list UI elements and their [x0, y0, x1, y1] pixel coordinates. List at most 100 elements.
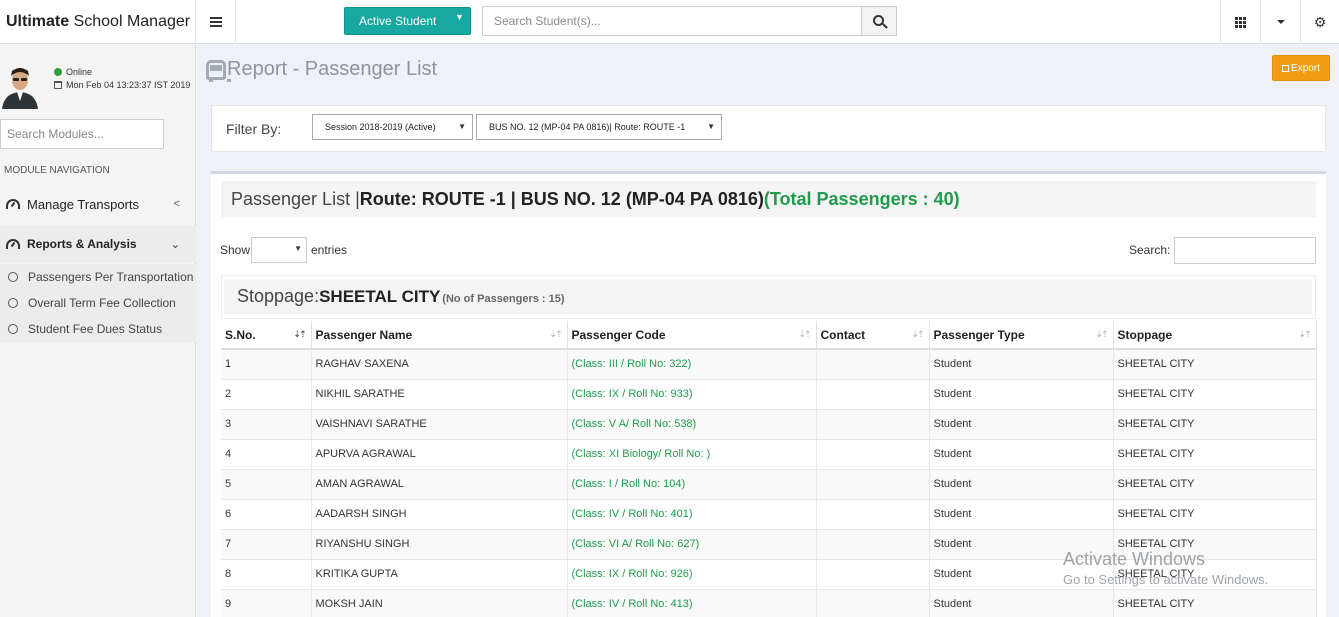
search-icon: [872, 14, 884, 26]
sidebar-item-manage-transports[interactable]: Manage Transports <: [0, 186, 196, 222]
show-label: Show: [220, 243, 251, 257]
hamburger-icon: [209, 17, 222, 27]
cell-contact: [816, 558, 930, 589]
dashboard-icon: [6, 239, 20, 249]
cell-sno: 3: [221, 408, 312, 439]
caret-down-icon: [1276, 20, 1285, 24]
cell-contact: [816, 408, 930, 439]
apps-button[interactable]: [1220, 0, 1260, 44]
circle-icon: [8, 324, 18, 334]
cell-sno: 6: [221, 498, 312, 529]
session-select[interactable]: Session 2018-2019 (Active) ▼: [312, 114, 473, 140]
sort-icon: ⇣⇡: [798, 329, 811, 339]
page-title: Report - Passenger List: [206, 58, 437, 82]
grid-icon: [1235, 16, 1246, 28]
cell-passenger-type: Student: [929, 408, 1114, 439]
cell-stoppage: SHEETAL CITY: [1113, 438, 1317, 469]
column-passenger-name[interactable]: Passenger Name ⇣⇡: [311, 321, 568, 350]
cell-passenger-name: APURVA AGRAWAL: [311, 438, 568, 469]
cell-sno: 1: [221, 348, 312, 379]
cell-contact: [816, 378, 930, 409]
sort-icon: ⇣⇡: [911, 329, 924, 339]
cell-passenger-code: (Class: IV / Roll No: 401): [567, 498, 817, 529]
stoppage-count: (No of Passengers : 15): [442, 293, 565, 305]
submenu-student-fee-dues-status[interactable]: Student Fee Dues Status: [0, 316, 196, 342]
user-menu-dropdown[interactable]: [1260, 0, 1300, 44]
cell-passenger-type: Student: [929, 348, 1114, 379]
cell-passenger-name: RIYANSHU SINGH: [311, 528, 568, 559]
cell-stoppage: SHEETAL CITY: [1113, 348, 1317, 379]
table-row[interactable]: 9 MOKSH JAIN (Class: IV / Roll No: 413) Stu…: [221, 588, 1317, 617]
cell-passenger-code: (Class: I / Roll No: 104): [567, 468, 817, 499]
module-search-input[interactable]: [0, 119, 164, 149]
table-row[interactable]: 4 APURVA AGRAWAL (Class: XI Biology/ Roll …: [221, 438, 1317, 469]
caret-down-icon: ▼: [707, 122, 715, 131]
online-status: Online: [54, 67, 92, 77]
cell-sno: 8: [221, 558, 312, 589]
sort-icon: ⇣⇡: [1298, 329, 1311, 339]
chevron-left-icon: <: [173, 198, 180, 210]
cell-stoppage: SHEETAL CITY: [1113, 588, 1317, 617]
table-search-label: Search:: [1129, 243, 1171, 257]
student-search-input[interactable]: [482, 6, 862, 36]
sidebar-item-label: Manage Transports: [27, 196, 140, 212]
stoppage-name: SHEETAL CITY: [319, 286, 441, 306]
sidebar-toggle-button[interactable]: [196, 0, 236, 44]
gears-icon: ⚙: [1313, 13, 1327, 30]
cell-passenger-name: MOKSH JAIN: [311, 588, 568, 617]
cell-passenger-code: (Class: IX / Roll No: 933): [567, 378, 817, 409]
cell-stoppage: SHEETAL CITY: [1113, 558, 1317, 589]
sidebar-item-label: Reports & Analysis: [27, 237, 137, 251]
cell-passenger-type: Student: [929, 468, 1114, 499]
table-row[interactable]: 3 VAISHNAVI SARATHE (Class: V A/ Roll No: …: [221, 408, 1317, 439]
sidebar-item-reports-analysis[interactable]: Reports & Analysis ⌄: [0, 226, 196, 262]
cell-passenger-code: (Class: III / Roll No: 322): [567, 348, 817, 379]
stoppage-label: Stoppage:: [237, 286, 320, 306]
cell-sno: 5: [221, 468, 312, 499]
cell-passenger-code: (Class: IX / Roll No: 926): [567, 558, 817, 589]
entries-length-select[interactable]: ▼: [251, 237, 307, 263]
cell-passenger-name: AADARSH SINGH: [311, 498, 568, 529]
column-passenger-code[interactable]: Passenger Code ⇣⇡: [567, 321, 817, 350]
table-search-input[interactable]: [1174, 237, 1316, 264]
table-row[interactable]: 5 AMAN AGRAWAL (Class: I / Roll No: 104) St…: [221, 468, 1317, 499]
active-student-label: Active Student: [359, 14, 437, 28]
active-student-button[interactable]: Active Student ▼: [344, 7, 471, 35]
cell-stoppage: SHEETAL CITY: [1113, 498, 1317, 529]
app-brand[interactable]: Ultimate School Manager: [0, 0, 196, 44]
export-button[interactable]: Export: [1272, 55, 1330, 81]
bus-icon: [206, 59, 231, 82]
table-row[interactable]: 7 RIYANSHU SINGH (Class: VI A/ Roll No: 62…: [221, 528, 1317, 559]
cell-passenger-type: Student: [929, 438, 1114, 469]
cell-sno: 4: [221, 438, 312, 469]
table-row[interactable]: 2 NIKHIL SARATHE (Class: IX / Roll No: 933…: [221, 378, 1317, 409]
table-row[interactable]: 6 AADARSH SINGH (Class: IV / Roll No: 401)…: [221, 498, 1317, 529]
submenu-overall-term-fee-collection[interactable]: Overall Term Fee Collection: [0, 290, 196, 316]
cell-passenger-type: Student: [929, 378, 1114, 409]
cell-stoppage: SHEETAL CITY: [1113, 408, 1317, 439]
column-sno[interactable]: S.No. ⇣⇡: [221, 321, 312, 350]
filter-panel: Filter By: Session 2018-2019 (Active) ▼ B…: [211, 105, 1326, 152]
circle-icon: [8, 272, 18, 282]
column-passenger-type[interactable]: Passenger Type ⇣⇡: [929, 321, 1114, 350]
cell-contact: [816, 588, 930, 617]
cell-passenger-name: AMAN AGRAWAL: [311, 468, 568, 499]
settings-button[interactable]: ⚙: [1300, 0, 1339, 44]
circle-icon: [8, 298, 18, 308]
table-row[interactable]: 8 KRITIKA GUPTA (Class: IX / Roll No: 926)…: [221, 558, 1317, 589]
top-bar: Ultimate School Manager Active Student ▼…: [0, 0, 1339, 44]
calendar-icon: [54, 81, 62, 89]
cell-passenger-name: RAGHAV SAXENA: [311, 348, 568, 379]
cell-stoppage: SHEETAL CITY: [1113, 378, 1317, 409]
cell-stoppage: SHEETAL CITY: [1113, 468, 1317, 499]
column-contact[interactable]: Contact ⇣⇡: [816, 321, 930, 350]
bus-route-select[interactable]: BUS NO. 12 (MP-04 PA 0816)| Route: ROUTE…: [476, 114, 722, 140]
student-search-button[interactable]: [861, 6, 897, 36]
filter-label: Filter By:: [226, 121, 282, 137]
caret-down-icon: ▼: [458, 122, 466, 131]
cell-stoppage: SHEETAL CITY: [1113, 528, 1317, 559]
panel-header: Passenger List | Route: ROUTE -1 | BUS NO…: [221, 181, 1316, 217]
submenu-passengers-per-transportation[interactable]: Passengers Per Transportation: [0, 264, 196, 290]
table-row[interactable]: 1 RAGHAV SAXENA (Class: III / Roll No: 322…: [221, 348, 1317, 379]
column-stoppage[interactable]: Stoppage ⇣⇡: [1113, 321, 1317, 350]
